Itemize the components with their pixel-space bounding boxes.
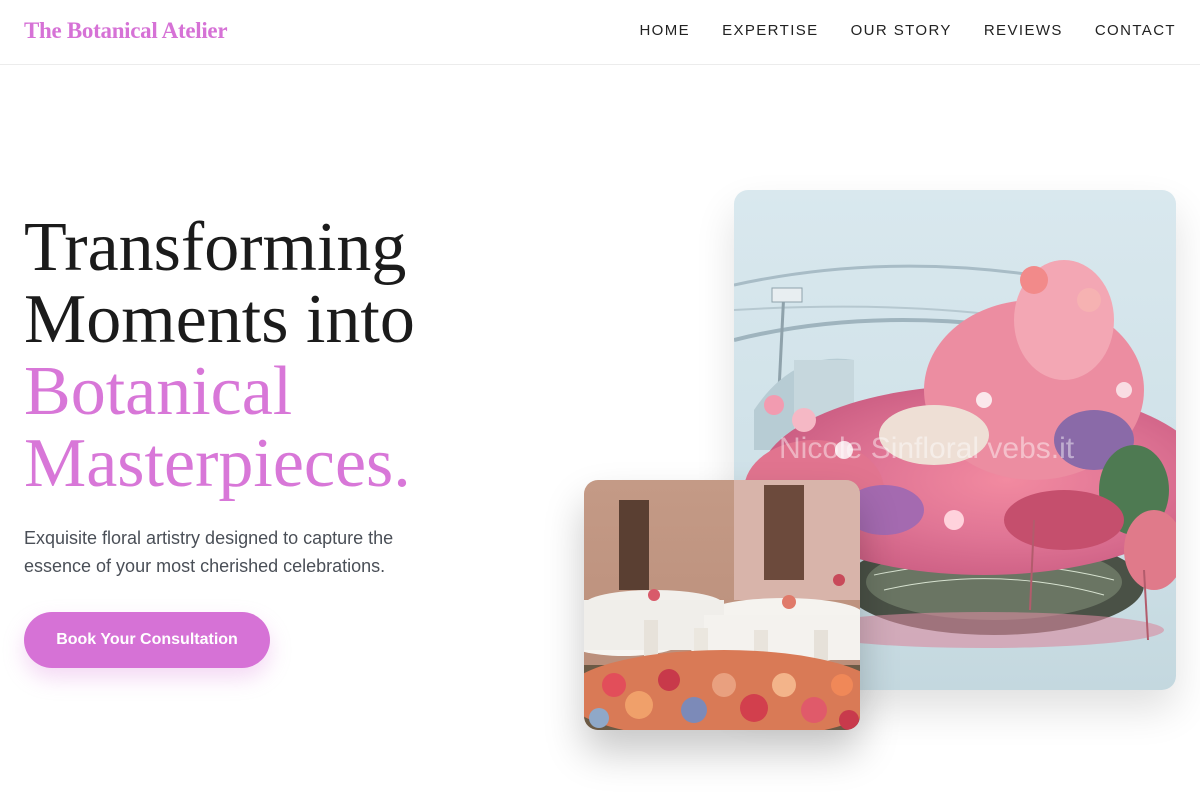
main-nav: HOME EXPERTISE OUR STORY REVIEWS CONTACT	[639, 22, 1176, 39]
nav-home[interactable]: HOME	[639, 22, 690, 39]
nav-our-story[interactable]: OUR STORY	[851, 22, 952, 39]
headline-accent-line-1: Botanical	[24, 353, 293, 430]
banquet-table-image	[584, 480, 860, 730]
headline-accent-line-2: Masterpieces.	[24, 425, 411, 502]
nav-expertise[interactable]: EXPERTISE	[722, 22, 819, 39]
headline-line-2: Moments into	[24, 281, 415, 358]
hero-subtext: Exquisite floral artistry designed to ca…	[24, 528, 394, 576]
image-watermark: Nicole Sinfloral vebs.it	[779, 432, 1075, 465]
headline-line-1: Transforming	[24, 209, 407, 286]
site-logo[interactable]: The Botanical Atelier	[24, 18, 228, 44]
nav-contact[interactable]: CONTACT	[1095, 22, 1176, 39]
banquet-table-illustration	[584, 480, 860, 730]
nav-reviews[interactable]: REVIEWS	[984, 22, 1063, 39]
hero-headline: Transforming Moments into Botanical Mast…	[24, 212, 415, 500]
site-header: The Botanical Atelier HOME EXPERTISE OUR…	[0, 0, 1200, 65]
book-consultation-button[interactable]: Book Your Consultation	[24, 612, 270, 668]
